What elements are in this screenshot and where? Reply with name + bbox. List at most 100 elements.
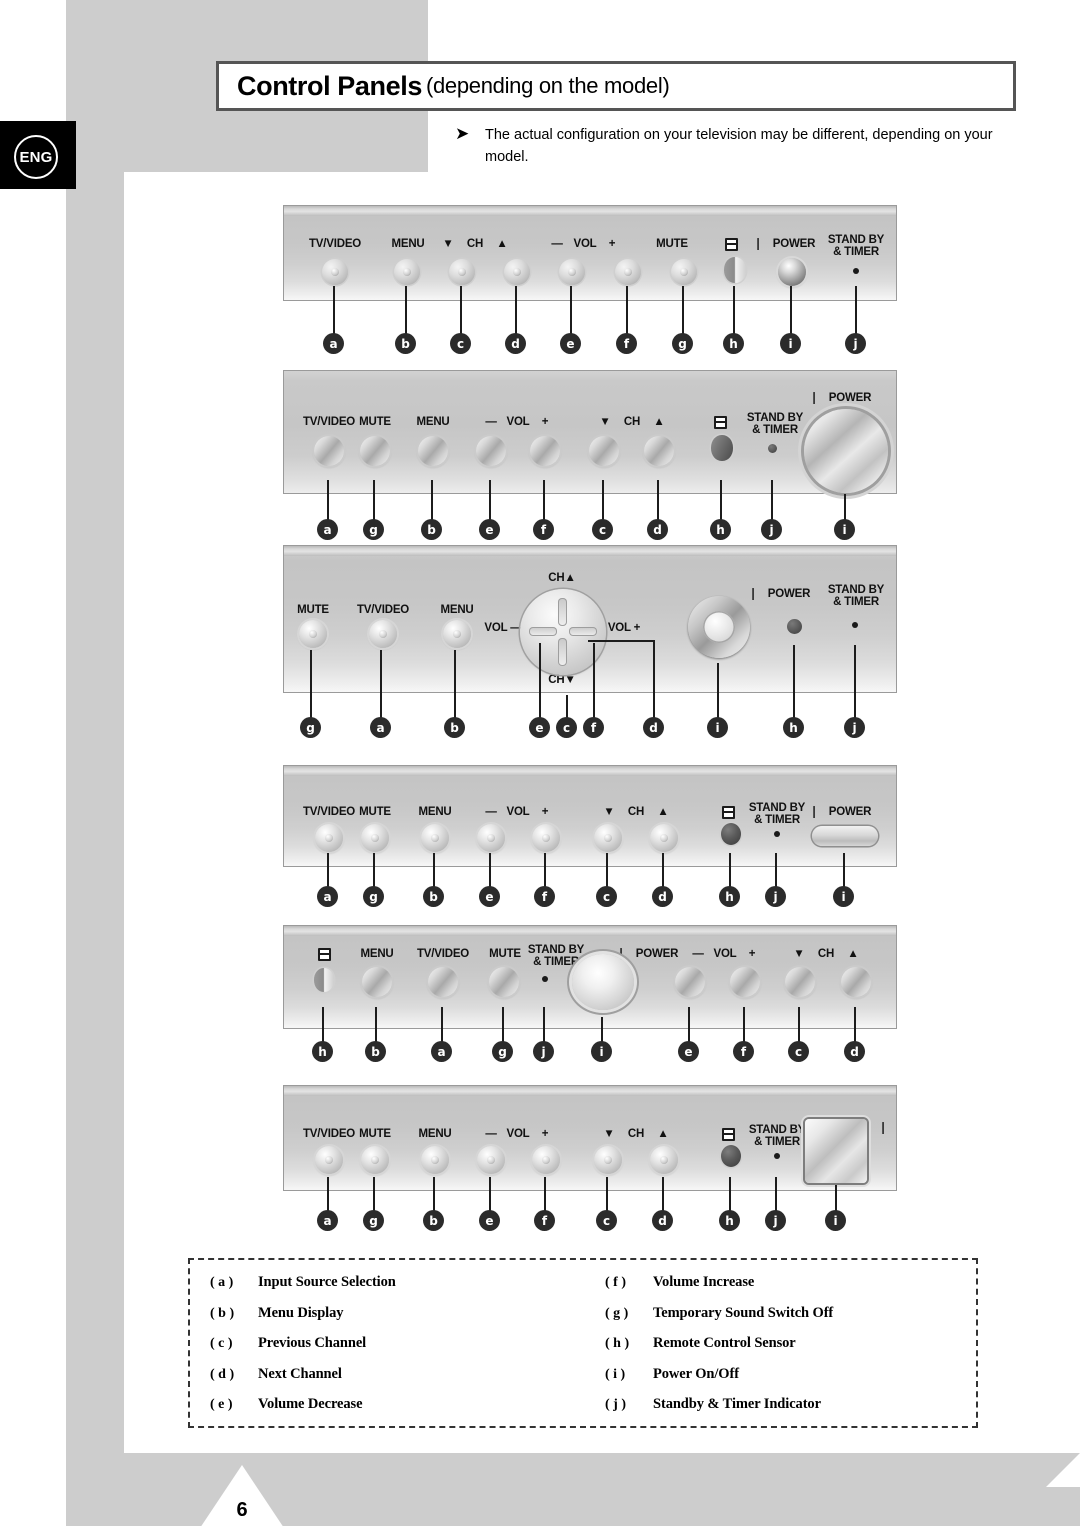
callout-a: a (370, 717, 391, 738)
language-tab: ENG (0, 121, 76, 189)
button-mute[interactable] (299, 620, 327, 648)
button-ch-up[interactable] (644, 436, 674, 466)
button-menu[interactable] (394, 259, 420, 285)
label-ch: CH (627, 1128, 645, 1140)
callout-i: i (591, 1041, 612, 1062)
button-vol-down[interactable] (675, 967, 705, 997)
legend-key: ( h ) (605, 1336, 630, 1351)
legend-key: ( f ) (605, 1275, 626, 1290)
button-power[interactable] (572, 954, 634, 1010)
button-vol-down[interactable] (477, 1146, 505, 1174)
button-ch-up[interactable] (650, 824, 678, 852)
legend-box: ( a ) Input Source Selection ( b ) Menu Dis… (188, 1258, 978, 1428)
label-ch: CH (627, 806, 645, 818)
button-menu[interactable] (443, 620, 471, 648)
label-ch-down: ▼ (603, 806, 615, 818)
button-vol-up[interactable] (730, 967, 760, 997)
panel-1-bezel: TV/VIDEO MENU ▼ CH ▲ — VOL + MUTE ❘ POWE… (283, 205, 897, 301)
button-vol-down[interactable] (559, 259, 585, 285)
button-ch-down[interactable] (594, 824, 622, 852)
label-power: POWER (828, 806, 872, 818)
panel-3-bezel: MUTE TV/VIDEO MENU CH▲ CH▼ VOL — VOL + ❘… (283, 545, 897, 693)
button-menu[interactable] (421, 824, 449, 852)
callout-f: f (616, 333, 637, 354)
button-power[interactable] (688, 596, 750, 658)
button-power[interactable] (804, 409, 888, 493)
label-menu: MENU (440, 604, 474, 616)
button-menu[interactable] (418, 436, 448, 466)
button-tv-video[interactable] (314, 436, 344, 466)
page-title-box: Control Panels (depending on the model) (216, 61, 1016, 111)
label-menu: MENU (416, 416, 450, 428)
button-menu[interactable] (362, 967, 392, 997)
label-mute: MUTE (359, 1128, 391, 1140)
button-mute[interactable] (671, 259, 697, 285)
button-tv-video[interactable] (315, 1146, 343, 1174)
button-power[interactable] (805, 1119, 867, 1183)
page-title-subtitle: (depending on the model) (425, 73, 670, 98)
button-mute[interactable] (361, 1146, 389, 1174)
callout-c: c (450, 333, 471, 354)
page-number: 6 (236, 1499, 248, 1521)
button-ch-up[interactable] (504, 259, 530, 285)
button-power[interactable] (812, 826, 878, 846)
button-tv-video[interactable] (315, 824, 343, 852)
panel-1-top-strip (284, 206, 896, 216)
dpad-vol-up[interactable] (569, 627, 597, 636)
dpad-vol-down[interactable] (529, 627, 557, 636)
label-standby-1: STAND BY (827, 584, 885, 596)
callout-c: c (556, 717, 577, 738)
label-power-bar: ❘ (878, 1122, 888, 1134)
label-tv-video: TV/VIDEO (416, 948, 470, 960)
button-vol-up[interactable] (532, 1146, 560, 1174)
note-text: The actual configuration on your televis… (485, 127, 993, 165)
legend-key: ( a ) (210, 1275, 234, 1290)
button-vol-down[interactable] (476, 436, 506, 466)
legend-column-right: ( f ) Volume Increase ( g ) Temporary Sound… (605, 1274, 833, 1427)
button-ch-up[interactable] (841, 967, 871, 997)
label-vol-plus: + (748, 948, 756, 960)
button-menu[interactable] (421, 1146, 449, 1174)
leader-line (310, 650, 312, 725)
button-ch-up[interactable] (650, 1146, 678, 1174)
label-standby-1: STAND BY (748, 802, 806, 814)
button-ch-down[interactable] (594, 1146, 622, 1174)
legend-text: Input Source Selection (258, 1274, 396, 1290)
legend-row: ( e ) Volume Decrease (210, 1396, 396, 1427)
button-mute[interactable] (361, 824, 389, 852)
button-tv-video[interactable] (428, 967, 458, 997)
button-vol-up[interactable] (530, 436, 560, 466)
remote-sensor-window (787, 619, 802, 634)
callout-j: j (845, 333, 866, 354)
button-ch-down[interactable] (449, 259, 475, 285)
label-power: POWER (635, 948, 679, 960)
remote-sensor-icon (714, 416, 727, 429)
legend-column-left: ( a ) Input Source Selection ( b ) Menu Dis… (210, 1274, 396, 1427)
button-tv-video[interactable] (369, 620, 397, 648)
dpad-ch-down[interactable] (558, 638, 567, 666)
callout-g: g (672, 333, 693, 354)
callout-e: e (678, 1041, 699, 1062)
button-vol-up[interactable] (532, 824, 560, 852)
dpad-ch-up[interactable] (558, 598, 567, 626)
label-power-bar: ❘ (753, 238, 763, 250)
remote-sensor-window (721, 823, 741, 845)
button-mute[interactable] (489, 967, 519, 997)
note-block: ➤ The actual configuration on your telev… (455, 124, 1015, 168)
button-vol-up[interactable] (615, 259, 641, 285)
button-vol-down[interactable] (477, 824, 505, 852)
label-vol-plus: + (541, 416, 549, 428)
callout-b: b (423, 1210, 444, 1231)
button-ch-down[interactable] (589, 436, 619, 466)
leader-line (333, 286, 335, 339)
legend-key: ( i ) (605, 1366, 626, 1382)
button-mute[interactable] (360, 436, 390, 466)
label-ch: CH (817, 948, 835, 960)
leader-line (626, 286, 628, 339)
standby-timer-led (542, 976, 548, 982)
button-ch-down[interactable] (785, 967, 815, 997)
button-power[interactable] (778, 258, 806, 286)
callout-c: c (788, 1041, 809, 1062)
legend-text: Volume Decrease (258, 1396, 363, 1412)
button-tv-video[interactable] (322, 259, 348, 285)
